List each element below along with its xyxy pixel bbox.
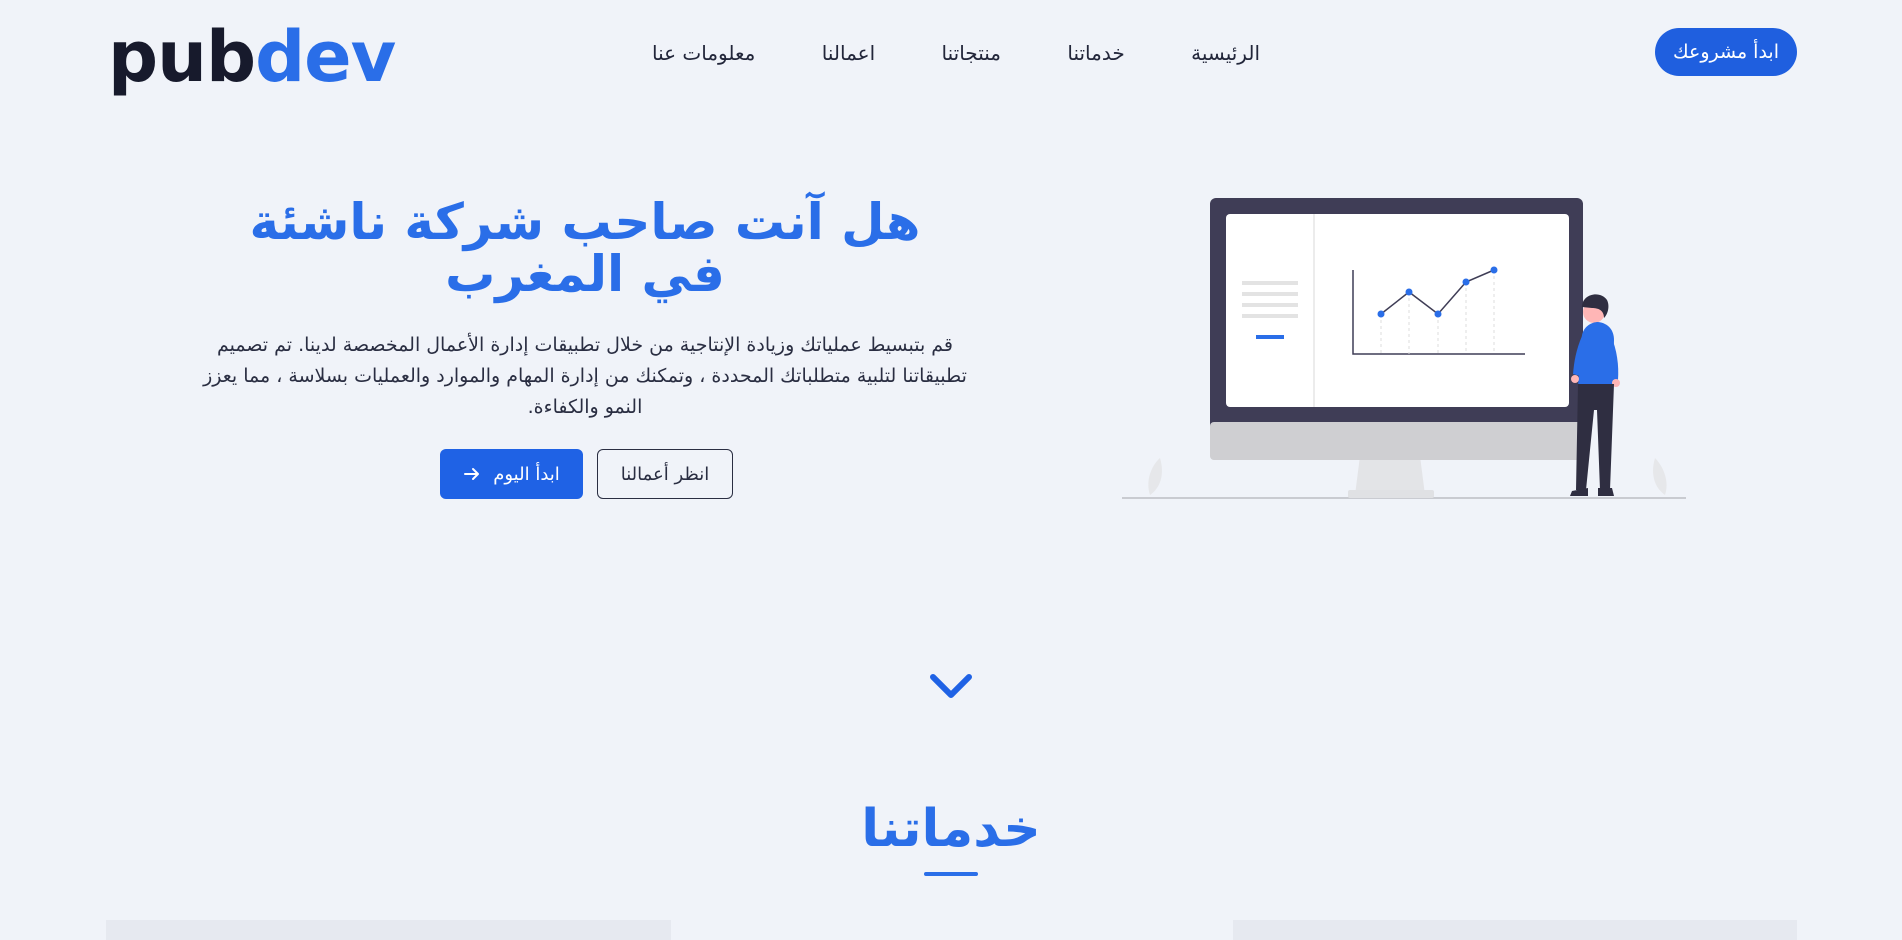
- start-project-button[interactable]: ابدأ مشروعك: [1655, 28, 1797, 76]
- arrow-right-icon: [464, 468, 480, 480]
- hero-title: هل آنت صاحب شركة ناشئة في المغرب: [249, 193, 921, 303]
- nav-home[interactable]: الرئيسية: [1191, 36, 1260, 70]
- chevron-down-icon[interactable]: [928, 670, 974, 702]
- logo[interactable]: pubdev: [108, 16, 396, 98]
- start-today-label: ابدأ اليوم: [493, 463, 560, 485]
- page: pubdev الرئيسية خدماتنا منتجاتنا اعمالنا…: [0, 0, 1902, 940]
- services-underline: [924, 872, 978, 876]
- nav-services[interactable]: خدماتنا: [1067, 36, 1124, 70]
- start-today-button[interactable]: ابدأ اليوم: [440, 449, 583, 499]
- hero-description: قم بتبسيط عملياتك وزيادة الإنتاجية من خل…: [203, 334, 967, 418]
- logo-part-dev: dev: [255, 16, 396, 98]
- nav-about[interactable]: معلومات عنا: [652, 36, 755, 70]
- hero-illustration: [1122, 198, 1686, 499]
- nav-works[interactable]: اعمالنا: [822, 36, 875, 70]
- service-card[interactable]: [1233, 920, 1797, 940]
- main-nav: الرئيسية خدماتنا منتجاتنا اعمالنا معلوما…: [652, 36, 1260, 70]
- service-card[interactable]: [106, 920, 671, 940]
- see-works-button[interactable]: انظر أعمالنا: [597, 449, 733, 499]
- services-heading: خدماتنا: [861, 799, 1041, 859]
- nav-products[interactable]: منتجاتنا: [942, 36, 1001, 70]
- logo-part-pub: pub: [108, 16, 256, 98]
